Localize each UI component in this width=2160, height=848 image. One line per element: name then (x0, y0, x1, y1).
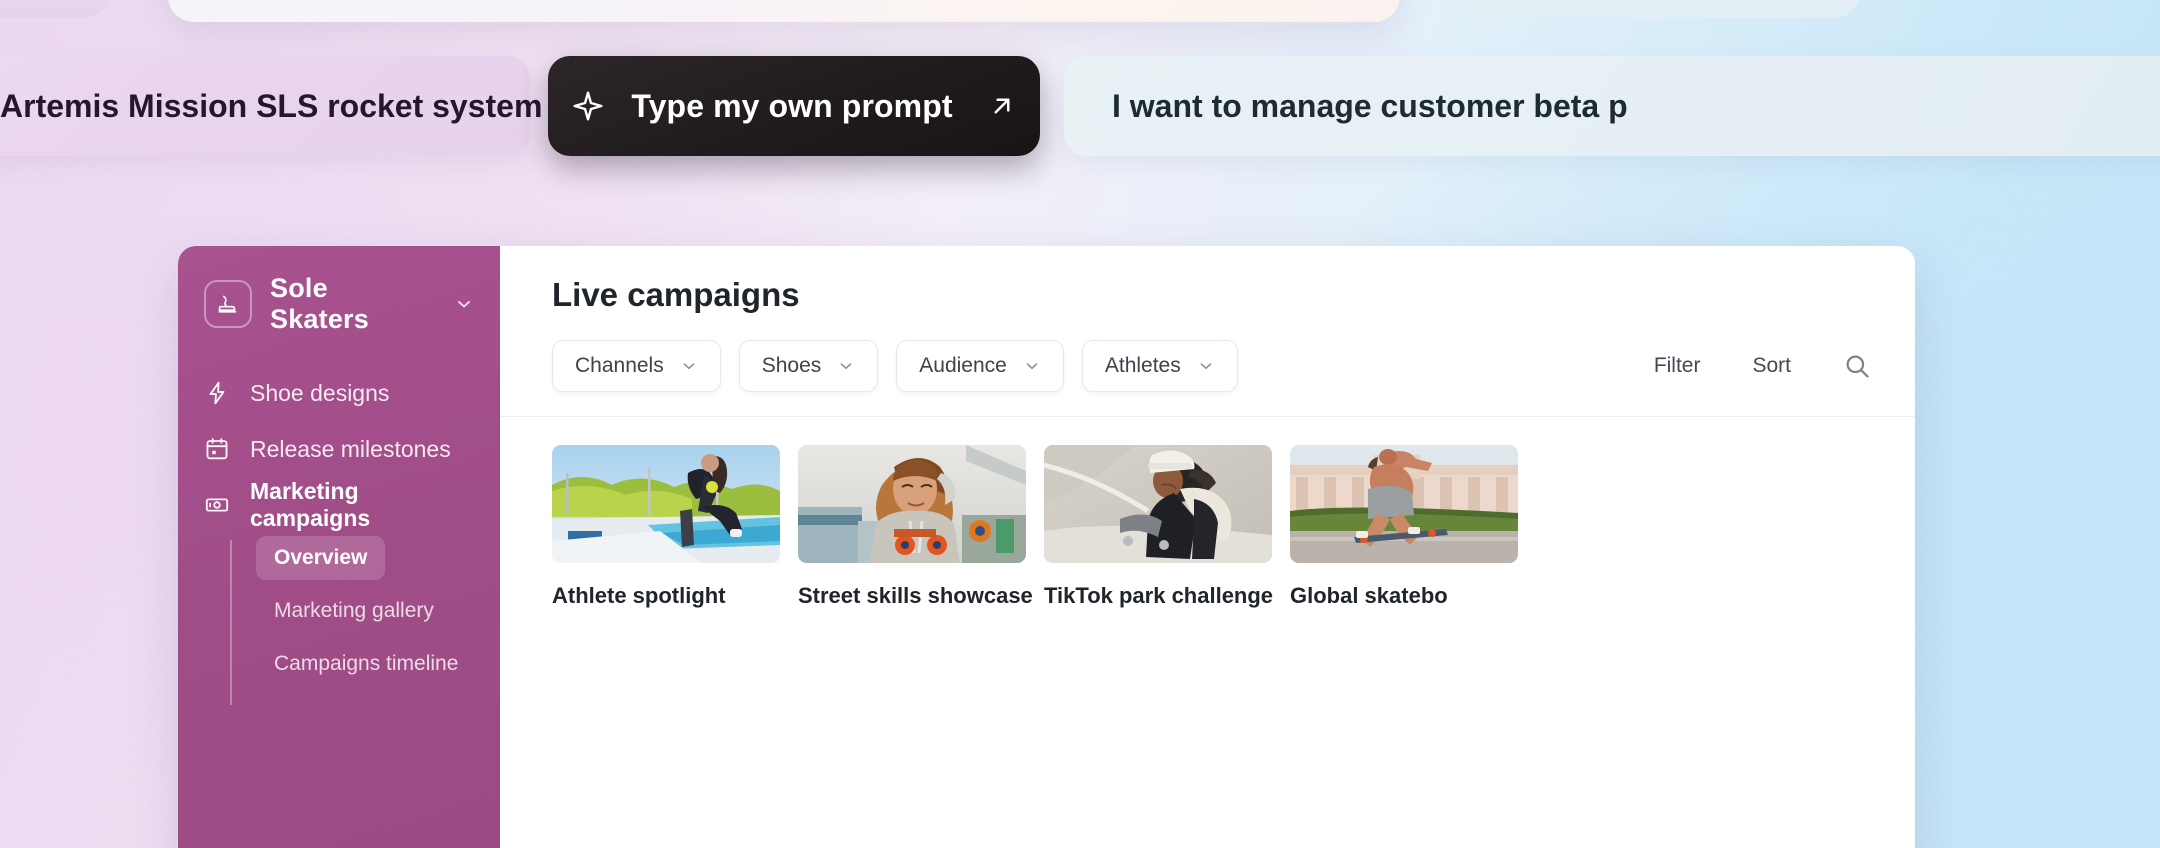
sidebar-item-shoe-designs[interactable]: Shoe designs (178, 366, 500, 420)
filter-dropdown-channels[interactable]: Channels (552, 340, 721, 392)
prompt-chip-artemis-label: Artemis Mission SLS rocket system (0, 87, 543, 124)
prompt-chip-customer-beta[interactable]: I want to manage customer beta p (1064, 56, 2160, 156)
calendar-icon (204, 436, 230, 462)
campaign-thumbnail (1044, 445, 1272, 563)
filter-dropdown-audience-label: Audience (919, 354, 1007, 377)
search-icon[interactable] (1843, 352, 1871, 380)
sidebar-item-release-milestones-label: Release milestones (250, 435, 451, 462)
workspace-name: Sole Skaters (270, 273, 369, 334)
filter-dropdown-shoes[interactable]: Shoes (738, 340, 879, 392)
prompt-chips-row: Artemis Mission SLS rocket system Type m… (0, 56, 2160, 166)
sidebar-item-marketing-campaigns[interactable]: Marketing campaigns (178, 478, 500, 532)
campaign-card[interactable]: Street skills showcase (798, 445, 1033, 609)
filter-dropdown-audience[interactable]: Audience (896, 340, 1064, 392)
type-own-prompt-label: Type my own prompt (631, 87, 953, 124)
chevron-down-icon (454, 294, 474, 314)
filter-dropdown-athletes[interactable]: Athletes (1081, 340, 1238, 392)
sidebar-subnav: Overview Marketing gallery Campaigns tim… (230, 536, 500, 705)
campaign-card-title: TikTok park challenge (1044, 583, 1274, 608)
chevron-down-icon (1023, 357, 1041, 375)
arrow-up-right-icon (987, 91, 1017, 121)
campaign-card-title: Global skatebo (1290, 583, 1448, 608)
page-title: Live campaigns (552, 276, 800, 313)
campaign-thumbnail (1290, 445, 1518, 563)
campaign-thumbnail (552, 445, 780, 563)
sidebar: Sole Skaters Shoe designs Release milest… (178, 246, 500, 848)
workspace-switcher[interactable]: Sole Skaters (178, 273, 500, 334)
campaign-card[interactable]: TikTok park challenge (1044, 445, 1274, 609)
campaign-card[interactable]: Global skatebo (1290, 445, 1518, 609)
megaphone-box-icon (204, 492, 230, 518)
sidebar-nav: Shoe designs Release milestones Marketin… (178, 366, 500, 705)
filters-toolbar: Channels Shoes Audience Athletes Filter … (500, 314, 1915, 417)
filter-dropdown-athletes-label: Athletes (1104, 354, 1181, 377)
chevron-down-icon (837, 357, 855, 375)
sparkle-icon (571, 89, 605, 123)
campaign-card-title: Athlete spotlight (552, 583, 726, 608)
sidebar-item-release-milestones[interactable]: Release milestones (178, 422, 500, 476)
prompt-chip-customer-beta-label: I want to manage customer beta p (1112, 87, 1628, 124)
prompt-chip-artemis[interactable]: Artemis Mission SLS rocket system (0, 56, 542, 156)
skate-shoe-icon (204, 280, 252, 328)
sidebar-subitem-marketing-gallery[interactable]: Marketing gallery (256, 589, 452, 633)
app-window: Sole Skaters Shoe designs Release milest… (178, 246, 1915, 848)
top-chip-right-partial (1460, 0, 1860, 18)
sort-button[interactable]: Sort (1752, 354, 1791, 378)
filter-button[interactable]: Filter (1654, 354, 1701, 378)
chevron-down-icon (1197, 357, 1215, 375)
sidebar-subitem-overview[interactable]: Overview (256, 536, 386, 580)
campaign-thumbnail (798, 445, 1026, 563)
filter-dropdown-channels-label: Channels (575, 354, 664, 377)
campaign-card[interactable]: Athlete spotlight (552, 445, 780, 609)
sidebar-item-shoe-designs-label: Shoe designs (250, 379, 390, 406)
chevron-down-icon (680, 357, 698, 375)
top-chip-left-partial (0, 0, 110, 18)
type-own-prompt-button[interactable]: Type my own prompt (548, 56, 1040, 156)
sidebar-item-marketing-campaigns-label: Marketing campaigns (250, 478, 371, 531)
lightning-bolt-icon (204, 380, 230, 406)
top-background-card (168, 0, 1400, 22)
campaign-cards-list: Athlete spotlight Street skills showcase… (500, 417, 1915, 609)
sidebar-subitem-campaigns-timeline[interactable]: Campaigns timeline (256, 642, 476, 686)
main-content: Live campaigns Channels Shoes Audience A… (500, 246, 1915, 848)
campaign-card-title: Street skills showcase (798, 583, 1033, 608)
filter-dropdown-shoes-label: Shoes (761, 354, 822, 377)
